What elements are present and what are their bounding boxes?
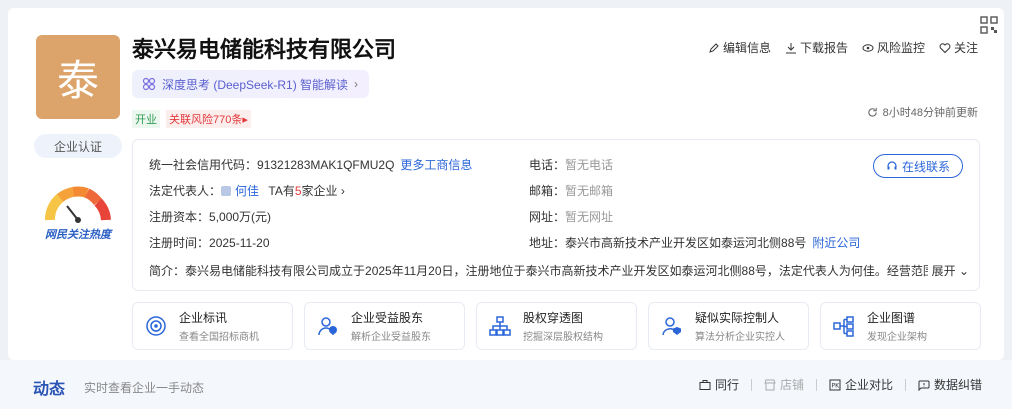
person-icon <box>221 186 232 196</box>
svg-text:PK: PK <box>831 382 840 389</box>
feature-cards: 企业标讯 查看全国招标商机 企业受益股东 解析企业受益股东 股权穿透图 挖掘深层股权结… <box>132 302 981 350</box>
feature-bid-info[interactable]: 企业标讯 查看全国招标商机 <box>132 302 293 350</box>
company-logo: 泰 <box>36 35 120 119</box>
store-button[interactable]: 店铺 <box>764 376 804 393</box>
email-row: 邮箱：暂无邮箱 <box>529 184 614 198</box>
report-icon <box>918 380 930 391</box>
heart-icon <box>939 42 951 53</box>
info-panel: 统一社会信用代码：91321283MAK1QFMU2Q 更多工商信息 法定代表人：… <box>132 139 980 291</box>
capital-row: 注册资本：5,000万(元) <box>149 210 272 224</box>
ai-icon <box>142 77 156 91</box>
divider <box>815 378 817 391</box>
download-report-button[interactable]: 下载报告 <box>785 39 848 56</box>
website-row: 网址：暂无网址 <box>529 210 614 224</box>
header-actions: 编辑信息 下载报告 风险监控 关注 <box>708 39 978 56</box>
target-icon <box>146 316 166 336</box>
nearby-link[interactable]: 附近公司 <box>812 236 860 250</box>
divider <box>904 378 906 391</box>
heat-gauge: 网民关注热度 <box>40 180 116 244</box>
status-tags: 开业 关联风险770条▸ <box>132 110 251 128</box>
gauge-icon <box>45 186 111 223</box>
controller-icon <box>662 317 681 336</box>
ai-label: 深度思考 (DeepSeek-R1) 智能解读 <box>162 77 349 92</box>
edit-info-button[interactable]: 编辑信息 <box>708 39 771 56</box>
dynamics-bar: 动态 实时查看企业一手动态 同行 店铺 PK 企业对比 数据纠错 <box>0 360 1012 409</box>
credit-code-row: 统一社会信用代码：91321283MAK1QFMU2Q 更多工商信息 <box>149 158 473 172</box>
related-companies-link[interactable]: TA有5家企业 › <box>268 184 345 198</box>
certification-badge[interactable]: 企业认证 <box>34 134 122 158</box>
dynamics-title[interactable]: 动态 <box>33 375 65 399</box>
briefcase-icon <box>699 379 711 390</box>
company-intro: 简介：泰兴易电储能科技有限公司成立于2025年11月20日，注册地位于泰兴市高新… <box>149 262 969 279</box>
eye-icon <box>862 43 874 52</box>
legal-rep-row: 法定代表人： 何佳 TA有5家企业 › <box>149 184 345 198</box>
dynamics-subtitle: 实时查看企业一手动态 <box>84 381 205 395</box>
store-icon <box>764 379 776 390</box>
follow-button[interactable]: 关注 <box>939 39 978 56</box>
phone-row: 电话：暂无电话 <box>529 158 614 172</box>
expand-button[interactable]: 展开 ⌄ <box>927 262 969 279</box>
chevron-right-icon: › <box>354 77 359 91</box>
credit-code: 91321283MAK1QFMU2Q <box>257 158 395 172</box>
bottom-actions: 同行 店铺 PK 企业对比 数据纠错 <box>699 376 982 393</box>
feature-beneficial-owner[interactable]: 企业受益股东 解析企业受益股东 <box>304 302 465 350</box>
company-header-card: 泰 企业认证 网民关注热度 泰兴易电储能科技有限公司 深度思考 (DeepSee… <box>8 8 1004 360</box>
divider <box>750 378 752 391</box>
reg-date-row: 注册时间：2025-11-20 <box>149 236 270 250</box>
qr-code-icon[interactable] <box>980 16 998 34</box>
refresh-icon <box>867 107 877 117</box>
feature-actual-controller[interactable]: 疑似实际控制人 算法分析企业实控人 <box>648 302 809 350</box>
org-chart-icon <box>489 316 511 336</box>
feature-enterprise-graph[interactable]: 企业图谱 发现企业架构 <box>820 302 981 350</box>
ai-analysis-button[interactable]: 深度思考 (DeepSeek-R1) 智能解读 › <box>132 70 369 98</box>
update-time[interactable]: 8小时48分钟前更新 <box>867 104 978 120</box>
shareholder-icon <box>318 317 337 336</box>
risk-monitor-button[interactable]: 风险监控 <box>862 39 925 56</box>
compare-button[interactable]: PK 企业对比 <box>829 376 893 393</box>
risk-badge[interactable]: 关联风险770条▸ <box>166 110 251 128</box>
online-contact-button[interactable]: 在线联系 <box>873 154 963 178</box>
edit-icon <box>709 42 719 53</box>
address-row: 地址：泰兴市高新技术产业开发区如泰运河北侧88号 附近公司 <box>529 236 861 250</box>
download-icon <box>785 42 796 53</box>
status-badge: 开业 <box>132 110 160 128</box>
data-correction-button[interactable]: 数据纠错 <box>918 376 982 393</box>
peers-button[interactable]: 同行 <box>699 376 739 393</box>
graph-icon <box>833 316 854 337</box>
more-info-link[interactable]: 更多工商信息 <box>400 158 472 172</box>
compare-icon: PK <box>829 379 841 390</box>
legal-rep-link[interactable]: 何佳 <box>235 184 259 198</box>
company-name: 泰兴易电储能科技有限公司 <box>132 37 397 62</box>
feature-equity-chart[interactable]: 股权穿透图 挖掘深层股权结构 <box>476 302 637 350</box>
heat-label: 网民关注热度 <box>45 229 111 241</box>
headset-icon <box>887 161 897 170</box>
